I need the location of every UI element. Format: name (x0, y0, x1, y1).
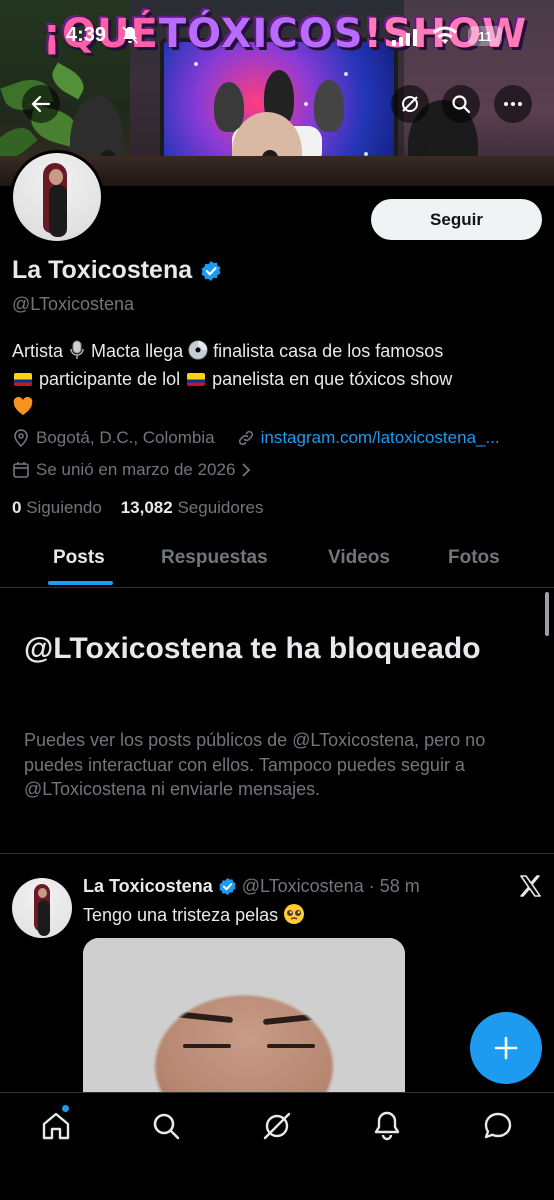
home-unread-dot (62, 1105, 69, 1112)
following-count-link[interactable]: 0 Siguiendo (12, 498, 102, 517)
tweet-author-handle: @LToxicostena (241, 876, 364, 896)
follow-button[interactable]: Seguir (371, 199, 542, 240)
chat-bubble-icon[interactable] (481, 1109, 515, 1143)
wifi-icon (433, 26, 457, 44)
calendar-icon (13, 462, 29, 478)
tab-fotos[interactable]: Fotos (448, 547, 500, 569)
search-button[interactable] (442, 85, 480, 123)
profile-tabs: Posts Respuestas Videos Fotos (0, 535, 554, 588)
plus-icon (494, 1036, 518, 1060)
home-icon[interactable] (39, 1109, 73, 1143)
mute-bell-icon (122, 26, 138, 49)
profile-avatar[interactable] (10, 150, 104, 244)
orange-heart-icon (13, 396, 33, 415)
colombia-flag-icon (187, 373, 206, 386)
section-divider (0, 853, 554, 854)
chevron-right-icon (242, 463, 251, 477)
tweet-header: La Toxicostena @LToxicostena · 58 m (83, 876, 420, 897)
profile-location: Bogotá, D.C., Colombia (36, 428, 215, 447)
profile-website-link[interactable]: instagram.com/latoxicostena_... (261, 428, 500, 448)
status-time: 4:39 (66, 24, 107, 46)
profile-bio: Artista Macta llega finalista casa de lo… (12, 337, 542, 421)
blocked-title: @LToxicostena te ha bloqueado (24, 632, 481, 665)
tweet-media-image[interactable] (83, 938, 405, 1098)
bell-icon[interactable] (370, 1109, 404, 1143)
verified-badge-icon (218, 877, 236, 896)
grok-button[interactable] (391, 85, 429, 123)
active-tab-indicator (48, 581, 113, 585)
search-icon[interactable] (149, 1109, 183, 1143)
status-bar: 4:39 11 (0, 22, 554, 54)
profile-joined-row[interactable]: Se unió en marzo de 2026 (12, 460, 251, 480)
tweet-text: Tengo una tristeza pelas (83, 903, 305, 926)
grok-icon (402, 96, 418, 112)
profile-joined-date: Se unió en marzo de 2026 (36, 460, 236, 479)
profile-display-name: La Toxicostena (12, 256, 193, 284)
location-pin-icon (14, 429, 28, 447)
back-button[interactable] (22, 85, 60, 123)
scrollbar[interactable] (545, 592, 549, 636)
grok-icon[interactable] (260, 1109, 294, 1143)
profile-display-name-row: La Toxicostena (12, 256, 222, 285)
compose-post-button[interactable] (470, 1012, 542, 1084)
link-icon (238, 430, 253, 446)
blocked-description: Puedes ver los posts públicos de @LToxic… (24, 730, 486, 799)
tab-respuestas[interactable]: Respuestas (161, 547, 268, 569)
profile-handle: @LToxicostena (12, 294, 135, 314)
tweet-avatar[interactable] (12, 878, 72, 938)
cellular-signal-icon (392, 28, 417, 46)
tweet-author-name[interactable]: La Toxicostena (83, 876, 213, 897)
profile-screen: ¡QUÉ TÓXICOS!SHOW 4:39 11 (0, 0, 554, 1200)
bottom-navigation (0, 1092, 554, 1200)
x-logo-icon (520, 875, 541, 897)
media-hood (83, 938, 405, 1098)
tab-videos[interactable]: Videos (328, 547, 390, 569)
tab-posts[interactable]: Posts (53, 547, 105, 569)
colombia-flag-icon (14, 373, 32, 386)
tweet-time: 58 m (379, 876, 420, 896)
more-icon (504, 102, 522, 106)
bio-text-3: finalista casa de los famosos (213, 341, 444, 361)
pleading-face-emoji-icon (284, 904, 305, 924)
microphone-emoji-icon (70, 340, 84, 359)
profile-follow-counts: 0 Siguiendo 13,082 Seguidores (12, 498, 263, 518)
bio-text-1: Artista (12, 341, 64, 361)
bio-text-2: Macta llega (91, 341, 189, 361)
followers-count-link[interactable]: 13,082 Seguidores (121, 498, 264, 517)
disc-emoji-icon (188, 340, 208, 360)
bio-text-4: participante de lol (34, 369, 186, 389)
tweet-text-body: Tengo una tristeza pelas (83, 905, 279, 925)
battery-indicator: 11 (468, 26, 502, 46)
more-button[interactable] (494, 85, 532, 123)
tweet-separator: · (368, 876, 375, 896)
search-icon (452, 95, 471, 114)
verified-badge-icon[interactable] (200, 260, 222, 282)
profile-location-link-row: Bogotá, D.C., Colombia instagram.com/lat… (12, 428, 500, 448)
bio-text-5: panelista en que tóxicos show (207, 369, 453, 389)
arrow-left-icon (31, 95, 51, 113)
